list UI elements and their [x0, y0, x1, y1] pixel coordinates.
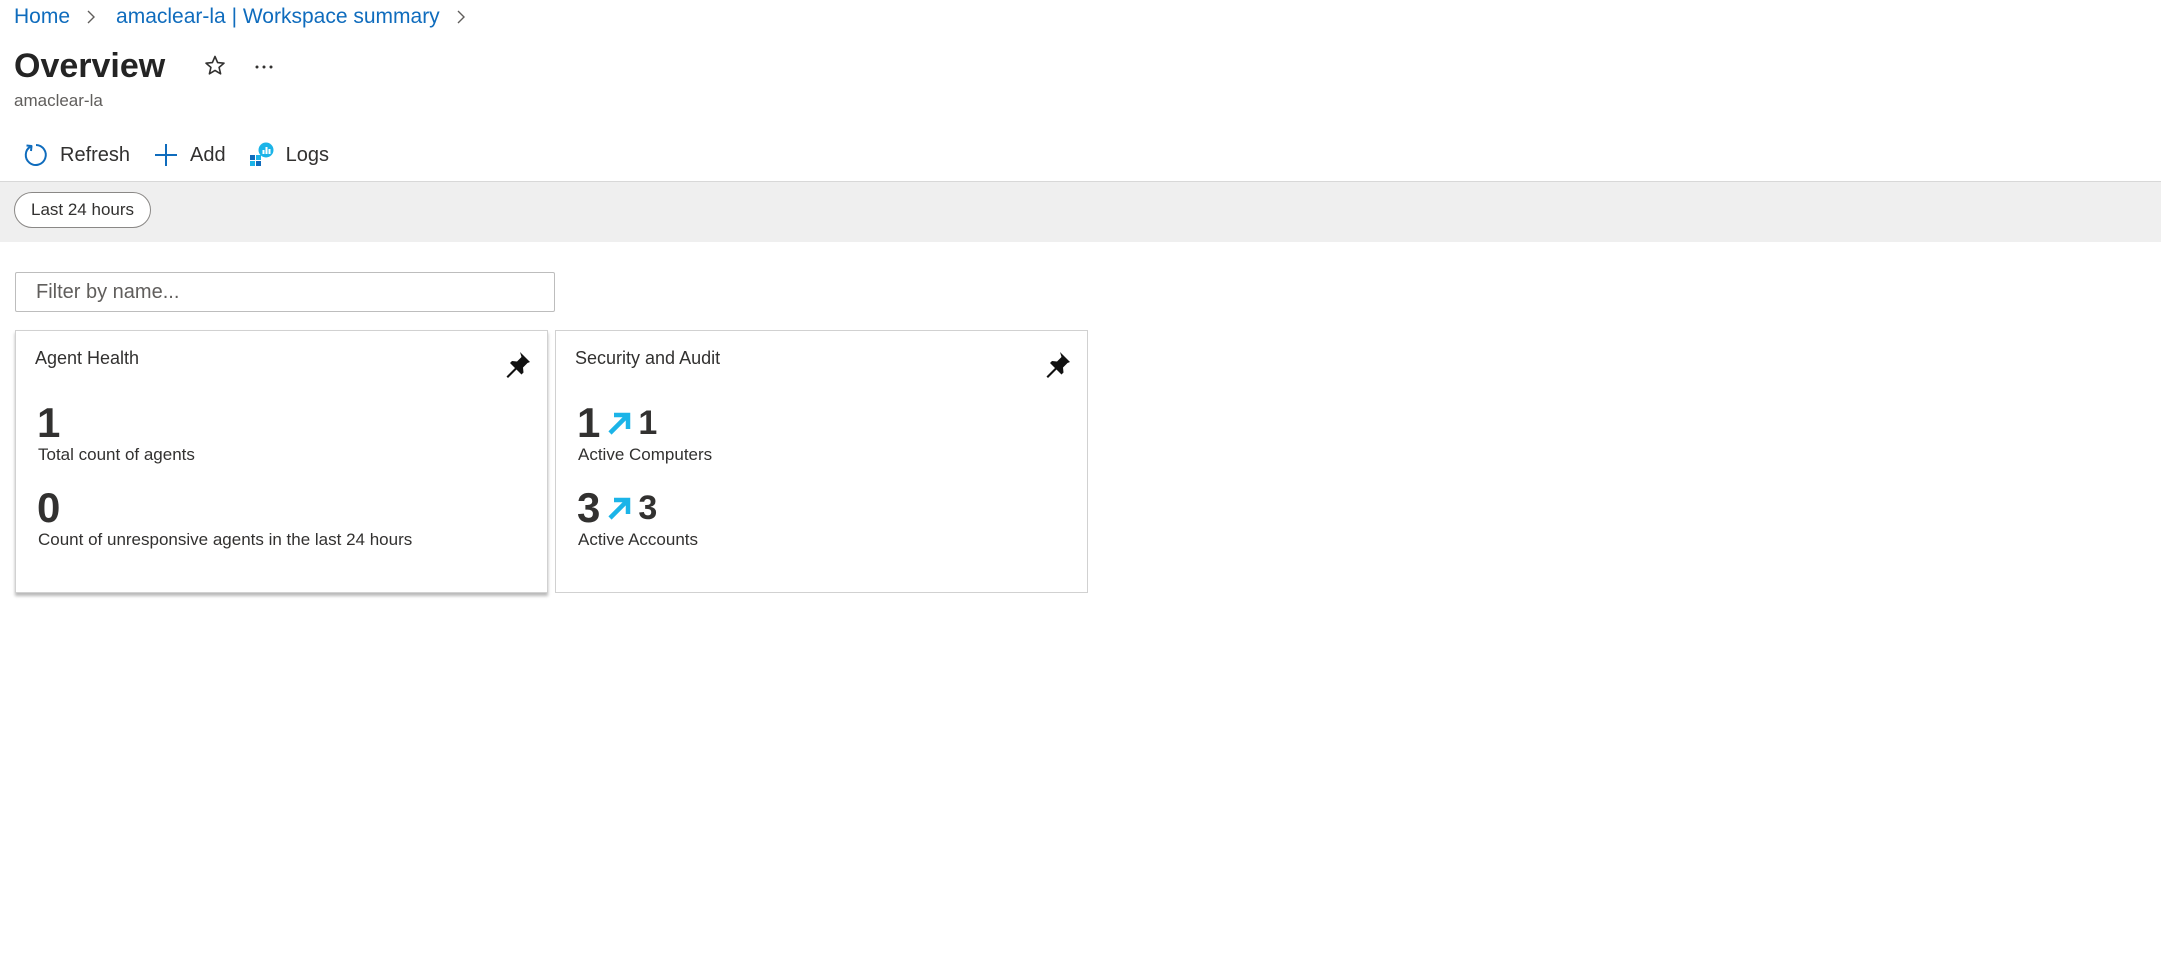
trend-up-arrow-icon [608, 412, 631, 435]
metric-value: 1 [577, 399, 601, 446]
tile-title: Agent Health [35, 348, 140, 368]
filter-by-name-input[interactable] [15, 272, 555, 312]
metric-label: Total count of agents [38, 445, 195, 464]
trend-value: 3 [638, 489, 658, 527]
metric-label: Active Computers [578, 445, 713, 464]
metric-active-accounts: 3 3 [577, 486, 657, 530]
logs-label: Logs [285, 143, 329, 166]
page-title: Overview [14, 47, 166, 85]
filter-bar [0, 181, 2161, 242]
tile-title: Security and Audit [575, 348, 721, 368]
pin-icon[interactable] [1043, 349, 1073, 379]
page-subtitle: amaclear-la [14, 91, 103, 110]
breadcrumb-workspace-summary[interactable]: amaclear-la | Workspace summary [116, 5, 440, 29]
time-range-filter[interactable]: Last 24 hours [14, 192, 152, 228]
refresh-icon [22, 141, 50, 169]
more-options-icon[interactable] [252, 54, 276, 78]
refresh-label: Refresh [60, 143, 131, 166]
metric-value: 1 [37, 399, 61, 446]
breadcrumb-home[interactable]: Home [14, 5, 70, 29]
tile-agent-health[interactable]: Agent Health 1 Total count of agents 0 C… [15, 330, 548, 593]
metric-trend: 3 [600, 486, 657, 530]
metric-value: 3 [577, 484, 601, 531]
favorite-star-icon[interactable] [203, 54, 227, 78]
chevron-right-icon [84, 10, 98, 24]
metric-label: Count of unresponsive agents in the last… [38, 530, 413, 549]
tile-security-and-audit[interactable]: Security and Audit 1 1 Active Computers … [555, 330, 1088, 593]
logs-icon [248, 141, 276, 169]
chevron-right-icon [454, 10, 468, 24]
breadcrumb: Home amaclear-la | Workspace summary [14, 4, 486, 30]
add-label: Add [190, 143, 226, 166]
trend-value: 1 [638, 404, 658, 442]
metric-value: 0 [37, 484, 61, 531]
logs-button[interactable]: Logs [248, 138, 329, 172]
metric-label: Active Accounts [578, 530, 699, 549]
refresh-button[interactable]: Refresh [22, 138, 130, 172]
metric-trend: 1 [600, 401, 657, 445]
command-bar: Refresh Add Logs [22, 138, 351, 172]
plus-icon [152, 141, 180, 169]
pin-icon[interactable] [503, 349, 533, 379]
trend-up-arrow-icon [608, 497, 631, 520]
metric-active-computers: 1 1 [577, 401, 657, 445]
add-button[interactable]: Add [152, 138, 226, 172]
